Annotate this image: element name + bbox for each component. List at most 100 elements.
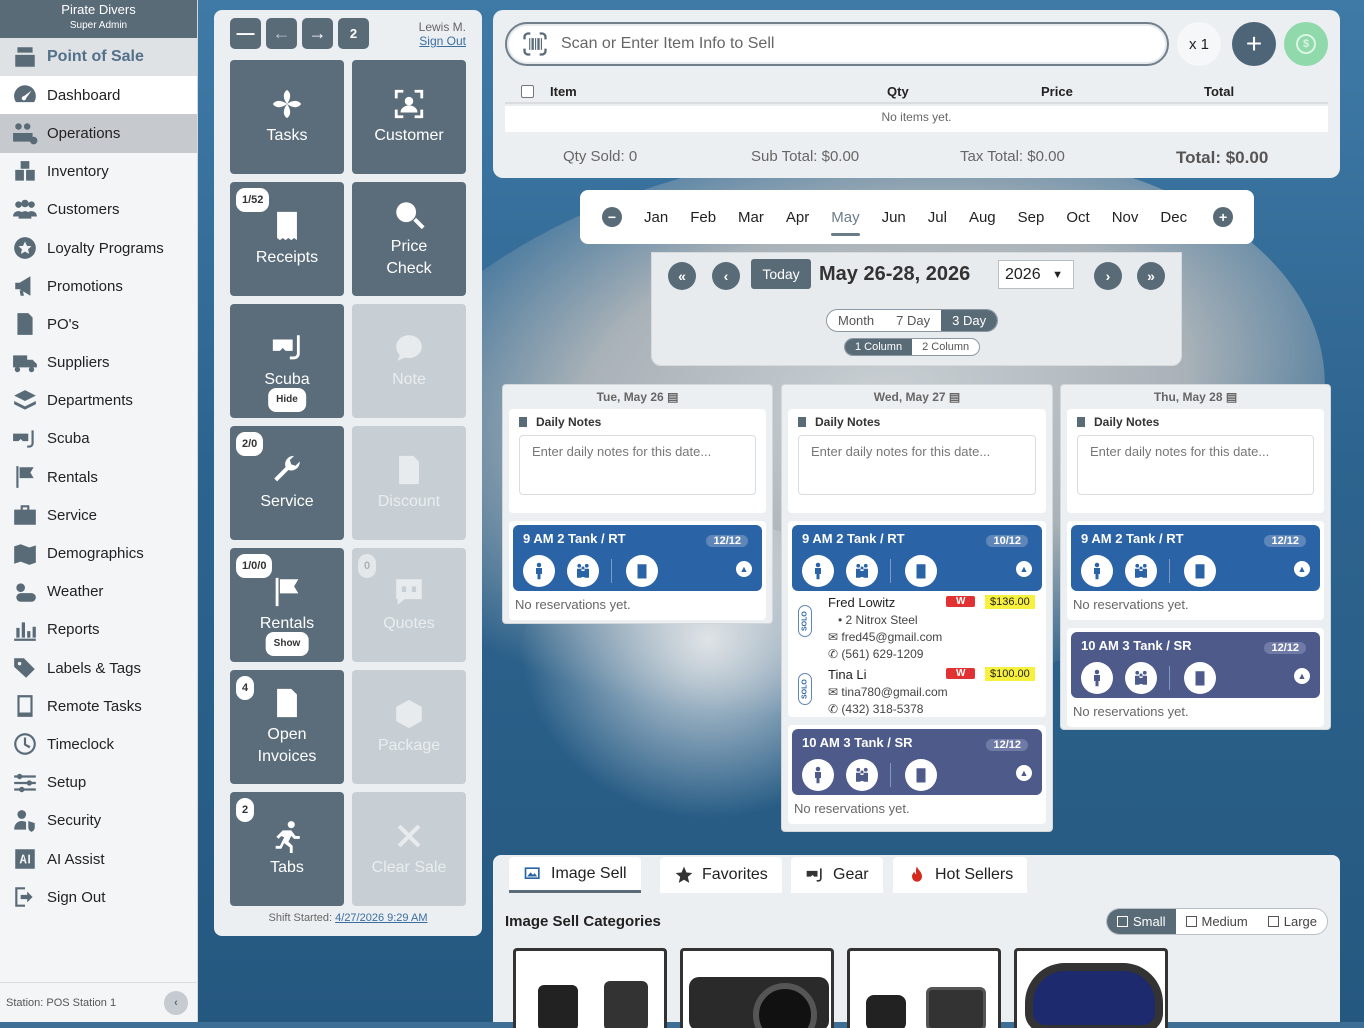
sidebar-item-dashboard[interactable]: Dashboard (0, 76, 197, 115)
tab-image-sell[interactable]: Image Sell (509, 857, 641, 893)
clipboard-icon[interactable] (905, 555, 937, 587)
size-small[interactable]: Small (1106, 909, 1176, 934)
category-bcd-thumbnail[interactable] (513, 948, 667, 1028)
view-7day[interactable]: 7 Day (885, 310, 941, 331)
select-all-checkbox[interactable] (521, 85, 534, 98)
clipboard-icon[interactable] (626, 555, 658, 587)
view-month[interactable]: Month (827, 310, 885, 331)
size-medium[interactable]: Medium (1176, 909, 1258, 934)
collapse-icon[interactable]: ▲ (736, 561, 752, 577)
category-mask-thumbnail[interactable] (1014, 948, 1168, 1028)
clear-sale-tile[interactable]: Clear Sale (352, 792, 466, 906)
reservation[interactable]: SOLO Tina Li W $100.00 ✉ tina780@gmail.c… (792, 663, 1042, 717)
collapse-sidebar-button[interactable]: ‹ (164, 991, 188, 1015)
print-icon[interactable]: ▤ (1226, 390, 1237, 404)
sidebar-item-departments[interactable]: Departments (0, 382, 197, 420)
print-icon[interactable]: ▤ (667, 390, 678, 404)
month-mar[interactable]: Mar (738, 209, 764, 226)
sidebar-item-operations[interactable]: Operations (0, 114, 197, 153)
package-tile[interactable]: Package (352, 670, 466, 784)
scuba-tile[interactable]: Scuba Hide (230, 304, 344, 418)
sign-out-link[interactable]: Sign Out (419, 34, 466, 48)
tabs-tile[interactable]: 2 Tabs (230, 792, 344, 906)
add-item-button[interactable]: + (1232, 22, 1276, 66)
collapse-icon[interactable]: ▲ (1294, 561, 1310, 577)
trip-header[interactable]: 9 AM 2 Tank / RT 12/12 ▲ (513, 525, 762, 591)
month-dec[interactable]: Dec (1160, 209, 1187, 226)
sidebar-item-sign-out[interactable]: Sign Out (0, 878, 197, 916)
person-icon[interactable] (802, 759, 834, 791)
trip-header[interactable]: 10 AM 3 Tank / SR 12/12 ▲ (1071, 632, 1320, 698)
scan-input[interactable]: Scan or Enter Item Info to Sell (505, 22, 1169, 66)
shift-time-link[interactable]: 4/27/2026 9:29 AM (335, 912, 427, 924)
price-check-tile[interactable]: Price Check (352, 182, 466, 296)
receipts-tile[interactable]: 1/52 Receipts (230, 182, 344, 296)
trip-header[interactable]: 10 AM 3 Tank / SR 12/12 ▲ (792, 729, 1042, 795)
double-left-icon[interactable]: « (668, 262, 696, 290)
open-invoices-tile[interactable]: 4 Open Invoices (230, 670, 344, 784)
page-count-button[interactable]: 2 (338, 18, 369, 49)
month-apr[interactable]: Apr (786, 209, 809, 226)
month-aug[interactable]: Aug (969, 209, 996, 226)
tab-favorites[interactable]: Favorites (660, 857, 782, 893)
person-icon[interactable] (1081, 662, 1113, 694)
category-computer-thumbnail[interactable] (847, 948, 1001, 1028)
clipboard-icon[interactable] (1184, 662, 1216, 694)
tab-gear[interactable]: Gear (791, 857, 883, 893)
sidebar-item-labels-tags[interactable]: Labels & Tags (0, 649, 197, 687)
group-icon[interactable] (846, 555, 878, 587)
sidebar-item-point-of-sale[interactable]: Point of Sale (0, 38, 197, 77)
sidebar-item-setup[interactable]: Setup (0, 764, 197, 802)
discount-tile[interactable]: Discount (352, 426, 466, 540)
sidebar-item-weather[interactable]: Weather (0, 573, 197, 611)
daily-notes-input[interactable]: Enter daily notes for this date... (798, 435, 1036, 495)
two-column[interactable]: 2 Column (912, 339, 979, 355)
size-large[interactable]: Large (1258, 909, 1327, 934)
prev-year-button[interactable]: − (602, 207, 622, 227)
sidebar-item-ai-assist[interactable]: AI Assist (0, 840, 197, 878)
rentals-tile[interactable]: 1/0/0 Rentals Show (230, 548, 344, 662)
next-year-button[interactable]: + (1213, 207, 1234, 227)
category-camera-thumbnail[interactable] (680, 948, 834, 1028)
month-feb[interactable]: Feb (690, 209, 716, 226)
tab-hot-sellers[interactable]: Hot Sellers (893, 857, 1028, 893)
print-icon[interactable]: ▤ (949, 390, 960, 404)
trip-header[interactable]: 9 AM 2 Tank / RT 10/12 ▲ (792, 525, 1042, 591)
sidebar-item-inventory[interactable]: Inventory (0, 153, 197, 191)
group-icon[interactable] (846, 759, 878, 791)
clipboard-icon[interactable] (1184, 555, 1216, 587)
today-button[interactable]: Today (751, 259, 811, 289)
chevron-left-icon[interactable]: ‹ (712, 262, 740, 290)
group-icon[interactable] (567, 555, 599, 587)
month-oct[interactable]: Oct (1066, 209, 1089, 226)
group-icon[interactable] (1125, 555, 1157, 587)
daily-notes-input[interactable]: Enter daily notes for this date... (1077, 435, 1314, 495)
sidebar-item-timeclock[interactable]: Timeclock (0, 725, 197, 763)
forward-arrow-icon[interactable]: → (302, 18, 333, 49)
hide-pill[interactable]: Hide (268, 388, 306, 412)
person-icon[interactable] (802, 555, 834, 587)
sidebar-item-remote-tasks[interactable]: Remote Tasks (0, 687, 197, 725)
sidebar-item-po-s[interactable]: PO's (0, 305, 197, 343)
month-sep[interactable]: Sep (1018, 209, 1045, 226)
collapse-icon[interactable]: ▲ (1294, 668, 1310, 684)
person-icon[interactable] (1081, 555, 1113, 587)
tasks-tile[interactable]: Tasks (230, 60, 344, 174)
month-jan[interactable]: Jan (644, 209, 668, 226)
sidebar-item-security[interactable]: Security (0, 802, 197, 840)
sidebar-item-suppliers[interactable]: Suppliers (0, 344, 197, 382)
quotes-tile[interactable]: 0 Quotes (352, 548, 466, 662)
minus-icon[interactable]: — (230, 18, 261, 49)
collapse-icon[interactable]: ▲ (1016, 561, 1032, 577)
service-tile[interactable]: 2/0 Service (230, 426, 344, 540)
sidebar-item-rentals[interactable]: Rentals (0, 458, 197, 496)
sidebar-item-reports[interactable]: Reports (0, 611, 197, 649)
month-jun[interactable]: Jun (882, 209, 906, 226)
month-nov[interactable]: Nov (1112, 209, 1139, 226)
chevron-right-icon[interactable]: › (1094, 262, 1122, 290)
sidebar-item-customers[interactable]: Customers (0, 191, 197, 229)
sidebar-item-promotions[interactable]: Promotions (0, 267, 197, 305)
trip-header[interactable]: 9 AM 2 Tank / RT 12/12 ▲ (1071, 525, 1320, 591)
back-arrow-icon[interactable]: ← (266, 18, 297, 49)
reservation[interactable]: SOLO Fred Lowitz W $136.00 • 2 Nitrox St… (792, 591, 1042, 663)
